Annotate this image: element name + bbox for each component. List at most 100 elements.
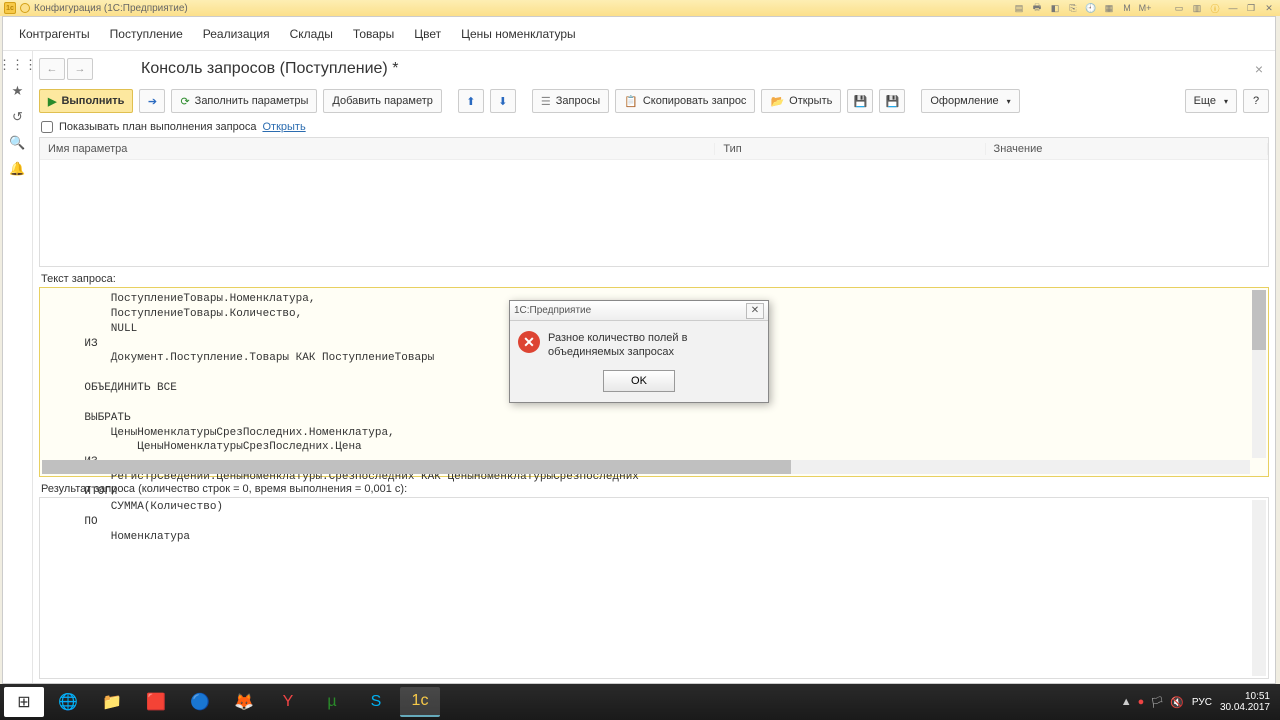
tb-icon[interactable]: ▥	[1190, 2, 1204, 14]
os-titlebar: 1c Конфигурация (1С:Предприятие) ▤ 🖶 ◧ ⎘…	[0, 0, 1280, 16]
app-logo-icon: 1c	[4, 2, 16, 14]
vertical-scrollbar[interactable]	[1252, 500, 1266, 676]
col-name[interactable]: Имя параметра	[40, 143, 715, 155]
nav-back-button[interactable]: ←	[39, 58, 65, 80]
tb-icon[interactable]: ▤	[1012, 2, 1026, 14]
copy-icon: 📋	[624, 95, 638, 108]
save-icon: 💾	[853, 95, 867, 108]
left-sidebar: ⋮⋮⋮ ★ ↺ 🔍 🔔	[3, 51, 33, 683]
save-as-button[interactable]: 💾	[879, 89, 905, 113]
help-button[interactable]: ?	[1243, 89, 1269, 113]
step-button[interactable]: ➔	[139, 89, 165, 113]
star-icon[interactable]: ★	[10, 83, 26, 99]
taskbar-skype[interactable]: S	[356, 687, 396, 717]
copy-query-button[interactable]: 📋Скопировать запрос	[615, 89, 755, 113]
error-dialog: 1С:Предприятие ✕ ✕ Разное количество пол…	[509, 300, 769, 403]
os-taskbar: ⊞ 🌐 📁 🟥 🔵 🦊 Y µ S 1c ▲ ● 🏳 🔇 РУС 10:51 3…	[0, 684, 1280, 720]
menu-item[interactable]: Поступление	[100, 19, 193, 49]
tray-icon[interactable]: ●	[1138, 696, 1145, 709]
taskbar-1c[interactable]: 1c	[400, 687, 440, 717]
tb-icon[interactable]: M	[1120, 2, 1134, 14]
tray-lang[interactable]: РУС	[1192, 697, 1212, 708]
tb-icon[interactable]: ▦	[1102, 2, 1116, 14]
taskbar-chrome[interactable]: 🔵	[180, 687, 220, 717]
titlebar-label: Конфигурация (1С:Предприятие)	[34, 3, 188, 14]
chevron-down-icon: ▾	[1007, 97, 1011, 106]
close-icon[interactable]: ✕	[1262, 2, 1276, 14]
save-as-icon: 💾	[885, 95, 899, 108]
dialog-message: Разное количество полей в объединяемых з…	[548, 331, 760, 360]
titlebar-controls: ▤ 🖶 ◧ ⎘ 🕘 ▦ M M+ ▭ ▥ ⓘ — ❐ ✕	[1012, 2, 1276, 14]
tray-icon[interactable]: ▲	[1121, 696, 1132, 709]
queries-button[interactable]: ☰Запросы	[532, 89, 609, 113]
document-header: ← → Консоль запросов (Поступление) * ×	[39, 55, 1269, 83]
move-down-button[interactable]: ⬇	[490, 89, 516, 113]
tray-icon[interactable]: 🔇	[1170, 696, 1184, 709]
show-plan-row: Показывать план выполнения запроса Откры…	[39, 119, 1269, 137]
horizontal-scrollbar[interactable]	[42, 460, 1250, 474]
folder-icon: 📂	[770, 95, 784, 108]
refresh-icon: ⟳	[180, 95, 189, 108]
fill-params-button[interactable]: ⟳Заполнить параметры	[171, 89, 317, 113]
show-plan-label: Показывать план выполнения запроса	[59, 121, 256, 133]
arrow-right-icon: ➔	[148, 95, 157, 108]
menu-item[interactable]: Контрагенты	[9, 19, 100, 49]
toolbar: ▶Выполнить ➔ ⟳Заполнить параметры Добави…	[39, 83, 1269, 119]
taskbar-firefox[interactable]: 🦊	[224, 687, 264, 717]
taskbar-ie[interactable]: 🌐	[48, 687, 88, 717]
menu-item[interactable]: Товары	[343, 19, 404, 49]
dialog-title: 1С:Предприятие	[514, 305, 591, 316]
execute-button[interactable]: ▶Выполнить	[39, 89, 133, 113]
menu-item[interactable]: Цены номенклатуры	[451, 19, 586, 49]
arrow-down-icon: ⬇	[498, 95, 507, 108]
error-icon: ✕	[518, 331, 540, 353]
menu-item[interactable]: Реализация	[193, 19, 280, 49]
taskbar-explorer[interactable]: 📁	[92, 687, 132, 717]
tray-clock[interactable]: 10:51 30.04.2017	[1220, 691, 1270, 713]
save-button[interactable]: 💾	[847, 89, 873, 113]
vertical-scrollbar[interactable]	[1252, 290, 1266, 458]
taskbar-opera[interactable]: 🟥	[136, 687, 176, 717]
add-param-button[interactable]: Добавить параметр	[323, 89, 441, 113]
col-type[interactable]: Тип	[715, 143, 985, 155]
nav-forward-button[interactable]: →	[67, 58, 93, 80]
page-title: Консоль запросов (Поступление) *	[141, 60, 398, 78]
tb-icon[interactable]: ⎘	[1066, 2, 1080, 14]
list-icon: ☰	[541, 95, 551, 108]
tb-icon[interactable]: 🕘	[1084, 2, 1098, 14]
history-icon[interactable]: ↺	[10, 109, 26, 125]
more-button[interactable]: Еще▾	[1185, 89, 1237, 113]
params-table: Имя параметра Тип Значение	[39, 137, 1269, 267]
minimize-icon[interactable]: —	[1226, 2, 1240, 14]
maximize-icon[interactable]: ❐	[1244, 2, 1258, 14]
move-up-button[interactable]: ⬆	[458, 89, 484, 113]
dialog-close-button[interactable]: ✕	[746, 303, 764, 319]
grid-icon[interactable]: ⋮⋮⋮	[10, 57, 26, 73]
result-box	[39, 497, 1269, 679]
dialog-ok-button[interactable]: OK	[603, 370, 675, 392]
play-icon: ▶	[48, 95, 56, 108]
taskbar-utorrent[interactable]: µ	[312, 687, 352, 717]
tb-icon[interactable]: M+	[1138, 2, 1152, 14]
tray-icon[interactable]: 🏳	[1150, 696, 1164, 709]
tb-icon[interactable]: 🖶	[1030, 2, 1044, 14]
tb-icon[interactable]: ▭	[1172, 2, 1186, 14]
col-value[interactable]: Значение	[986, 143, 1268, 155]
open-plan-link[interactable]: Открыть	[262, 121, 305, 133]
search-icon[interactable]: 🔍	[10, 135, 26, 151]
menu-item[interactable]: Склады	[280, 19, 343, 49]
chevron-down-icon: ▾	[1224, 97, 1228, 106]
close-tab-icon[interactable]: ×	[1249, 59, 1269, 79]
start-button[interactable]: ⊞	[4, 687, 44, 717]
query-section-label: Текст запроса:	[39, 267, 1269, 287]
open-button[interactable]: 📂Открыть	[761, 89, 841, 113]
bell-icon[interactable]: 🔔	[10, 161, 26, 177]
tb-icon[interactable]: ◧	[1048, 2, 1062, 14]
show-plan-checkbox[interactable]	[41, 121, 53, 133]
layout-button[interactable]: Оформление▾	[921, 89, 1019, 113]
tray-icons[interactable]: ▲ ● 🏳 🔇	[1121, 696, 1184, 709]
arrow-up-icon: ⬆	[466, 95, 475, 108]
menu-item[interactable]: Цвет	[404, 19, 451, 49]
taskbar-yandex[interactable]: Y	[268, 687, 308, 717]
tb-icon[interactable]: ⓘ	[1208, 2, 1222, 14]
